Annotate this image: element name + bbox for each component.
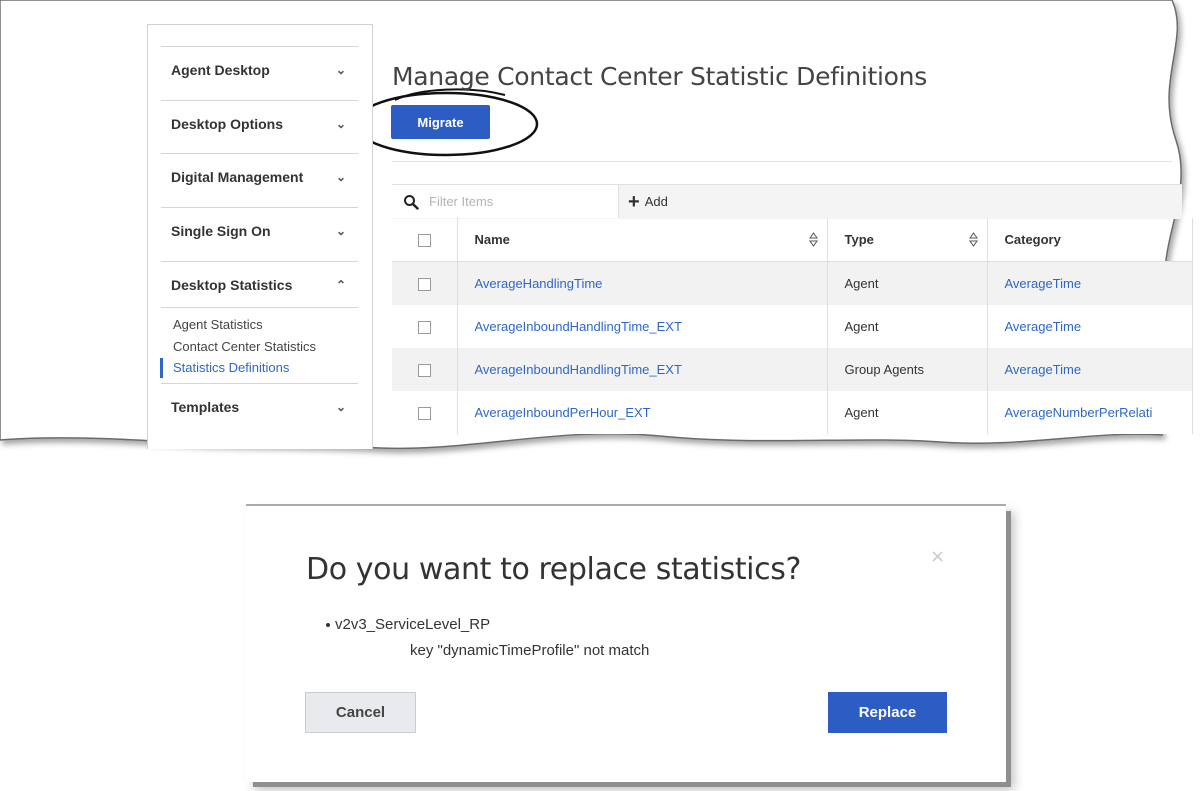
plus-icon: + bbox=[628, 190, 640, 213]
page-title: Manage Contact Center Statistic Definiti… bbox=[392, 62, 927, 91]
row-category-link[interactable]: AverageTime bbox=[1005, 276, 1082, 291]
row-name-link[interactable]: AverageHandlingTime bbox=[475, 276, 603, 291]
cancel-button[interactable]: Cancel bbox=[305, 692, 416, 733]
row-name-link[interactable]: AverageInboundPerHour_EXT bbox=[475, 405, 651, 420]
sidebar-section-label: Single Sign On bbox=[171, 222, 271, 239]
sidebar-section-label: Agent Desktop bbox=[171, 61, 270, 78]
chevron-down-icon: ⌄ bbox=[335, 399, 346, 414]
replace-statistics-dialog: Do you want to replace statistics? × v2v… bbox=[246, 504, 1006, 782]
sidebar-section-label: Digital Management bbox=[171, 168, 304, 185]
column-header-label: Type bbox=[844, 232, 874, 247]
table-row[interactable]: AverageInboundPerHour_EXT Agent AverageN… bbox=[392, 391, 1193, 434]
sidebar-section-desktop-options[interactable]: Desktop Options ⌄ bbox=[161, 100, 358, 146]
conflict-item-detail: key "dynamicTimeProfile" not match bbox=[410, 642, 650, 659]
column-header-label: Category bbox=[1004, 232, 1061, 247]
sidebar-section-header[interactable]: Desktop Statistics ⌃ bbox=[161, 262, 358, 307]
chevron-up-icon: ⌃ bbox=[335, 277, 346, 292]
conflict-item-name: v2v3_ServiceLevel_RP bbox=[335, 616, 491, 633]
row-type: Agent bbox=[827, 305, 988, 348]
sidebar: Agent Desktop ⌄ Desktop Options ⌄ Digita… bbox=[147, 24, 373, 449]
close-icon[interactable]: × bbox=[930, 546, 945, 567]
row-name-link[interactable]: AverageInboundHandlingTime_EXT bbox=[475, 362, 682, 377]
migrate-button[interactable]: Migrate bbox=[391, 105, 490, 139]
column-header-category[interactable]: Category bbox=[987, 218, 1193, 262]
chevron-down-icon: ⌄ bbox=[335, 116, 346, 131]
row-type: Agent bbox=[827, 261, 988, 305]
sidebar-item-agent-statistics[interactable]: Agent Statistics bbox=[161, 314, 358, 336]
sidebar-section-agent-desktop[interactable]: Agent Desktop ⌄ bbox=[161, 46, 358, 92]
divider bbox=[392, 161, 1172, 162]
row-category-link[interactable]: AverageTime bbox=[1005, 362, 1082, 377]
sidebar-section-label: Desktop Statistics bbox=[171, 276, 293, 293]
sort-icon[interactable] bbox=[968, 232, 978, 247]
replace-button[interactable]: Replace bbox=[828, 692, 947, 733]
row-checkbox[interactable] bbox=[418, 407, 431, 421]
row-type: Agent bbox=[827, 391, 988, 434]
sidebar-section-header[interactable]: Single Sign On ⌄ bbox=[161, 208, 358, 253]
sidebar-section-templates[interactable]: Templates ⌄ bbox=[161, 383, 358, 429]
row-category-link[interactable]: AverageNumberPerRelati bbox=[1005, 405, 1153, 420]
main-content: Manage Contact Center Statistic Definiti… bbox=[372, 24, 1193, 448]
grid-toolbar: + Add bbox=[392, 184, 1182, 219]
sidebar-section-desktop-statistics[interactable]: Desktop Statistics ⌃ Agent Statistics Co… bbox=[160, 261, 358, 387]
sidebar-section-header[interactable]: Digital Management ⌄ bbox=[161, 154, 358, 199]
column-header-name[interactable]: Name bbox=[457, 218, 828, 262]
row-type: Group Agents bbox=[827, 348, 988, 391]
conflict-list: v2v3_ServiceLevel_RP key "dynamicTimePro… bbox=[325, 616, 650, 659]
filter-box[interactable] bbox=[392, 185, 619, 218]
sidebar-section-label: Desktop Options bbox=[171, 115, 284, 132]
sidebar-section-header[interactable]: Desktop Options ⌄ bbox=[161, 101, 358, 146]
sidebar-section-header[interactable]: Templates ⌄ bbox=[161, 384, 358, 429]
sidebar-section-digital-management[interactable]: Digital Management ⌄ bbox=[161, 153, 358, 199]
chevron-down-icon: ⌄ bbox=[335, 169, 346, 184]
sidebar-section-single-sign-on[interactable]: Single Sign On ⌄ bbox=[161, 207, 358, 253]
column-header-label: Name bbox=[474, 232, 510, 247]
sidebar-item-statistics-definitions[interactable]: Statistics Definitions bbox=[160, 357, 358, 379]
filter-input[interactable] bbox=[427, 193, 611, 210]
chevron-down-icon: ⌄ bbox=[335, 62, 346, 77]
table-row[interactable]: AverageHandlingTime Agent AverageTime bbox=[392, 261, 1193, 305]
sort-icon[interactable] bbox=[808, 232, 818, 247]
sidebar-section-label: Templates bbox=[171, 398, 240, 415]
column-header-type[interactable]: Type bbox=[827, 218, 988, 262]
dialog-title: Do you want to replace statistics? bbox=[306, 552, 801, 587]
row-category-link[interactable]: AverageTime bbox=[1005, 319, 1082, 334]
select-all-checkbox[interactable] bbox=[418, 234, 431, 248]
sidebar-section-header[interactable]: Agent Desktop ⌄ bbox=[161, 47, 358, 92]
row-name-link[interactable]: AverageInboundHandlingTime_EXT bbox=[475, 319, 682, 334]
conflict-item: v2v3_ServiceLevel_RP key "dynamicTimePro… bbox=[325, 616, 650, 659]
statistics-grid: Name Type Category AverageHandlingTime A… bbox=[392, 218, 1193, 434]
add-button[interactable]: + Add bbox=[628, 185, 668, 218]
row-checkbox[interactable] bbox=[418, 278, 431, 292]
sidebar-item-contact-center-statistics[interactable]: Contact Center Statistics bbox=[161, 336, 358, 358]
table-row[interactable]: AverageInboundHandlingTime_EXT Agent Ave… bbox=[392, 305, 1193, 348]
chevron-down-icon: ⌄ bbox=[335, 223, 346, 238]
add-button-label: Add bbox=[644, 194, 668, 209]
table-header-row: Name Type Category bbox=[392, 218, 1193, 262]
row-checkbox[interactable] bbox=[418, 321, 431, 335]
row-checkbox[interactable] bbox=[418, 364, 431, 378]
search-icon bbox=[404, 194, 419, 210]
select-all-cell bbox=[392, 218, 458, 262]
table-row[interactable]: AverageInboundHandlingTime_EXT Group Age… bbox=[392, 348, 1193, 391]
